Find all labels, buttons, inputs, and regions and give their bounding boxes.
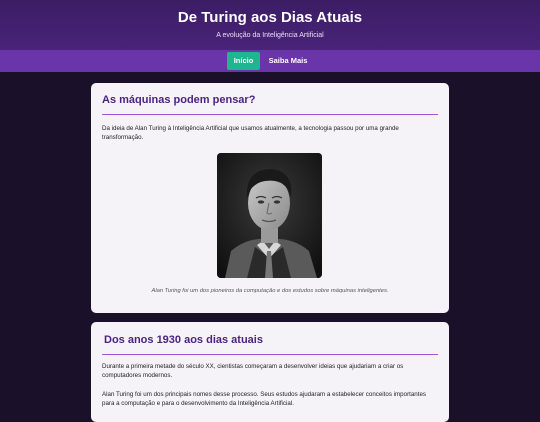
- image-caption: Alan Turing foi um dos pioneiros da comp…: [151, 288, 389, 294]
- site-title: De Turing aos Dias Atuais: [177, 9, 363, 26]
- section-divider: [102, 354, 438, 355]
- main-nav: Início Saiba Mais: [0, 50, 540, 72]
- site-header: De Turing aos Dias Atuais A evolução da …: [0, 0, 540, 50]
- section-title: As máquinas podem pensar?: [102, 94, 256, 106]
- section-card-machines-think: As máquinas podem pensar? Da ideia de Al…: [91, 83, 449, 313]
- nav-item-inicio[interactable]: Início: [227, 52, 260, 70]
- site-subtitle: A evolução da Inteligência Artificial: [216, 32, 324, 39]
- section-paragraph: Durante a primeira metade do século XX, …: [102, 363, 404, 379]
- section-title: Dos anos 1930 aos dias atuais: [104, 334, 263, 346]
- section-divider: [102, 114, 438, 115]
- nav-item-saiba-mais[interactable]: Saiba Mais: [265, 52, 311, 70]
- section-paragraph: Alan Turing foi um dos principais nomes …: [102, 391, 426, 407]
- section-card-history: Dos anos 1930 aos dias atuais Durante a …: [91, 322, 449, 422]
- section-paragraph: Da ideia de Alan Turing à Inteligência A…: [102, 125, 399, 141]
- portrait-image: [217, 153, 322, 278]
- alan-turing-photo: [217, 153, 322, 278]
